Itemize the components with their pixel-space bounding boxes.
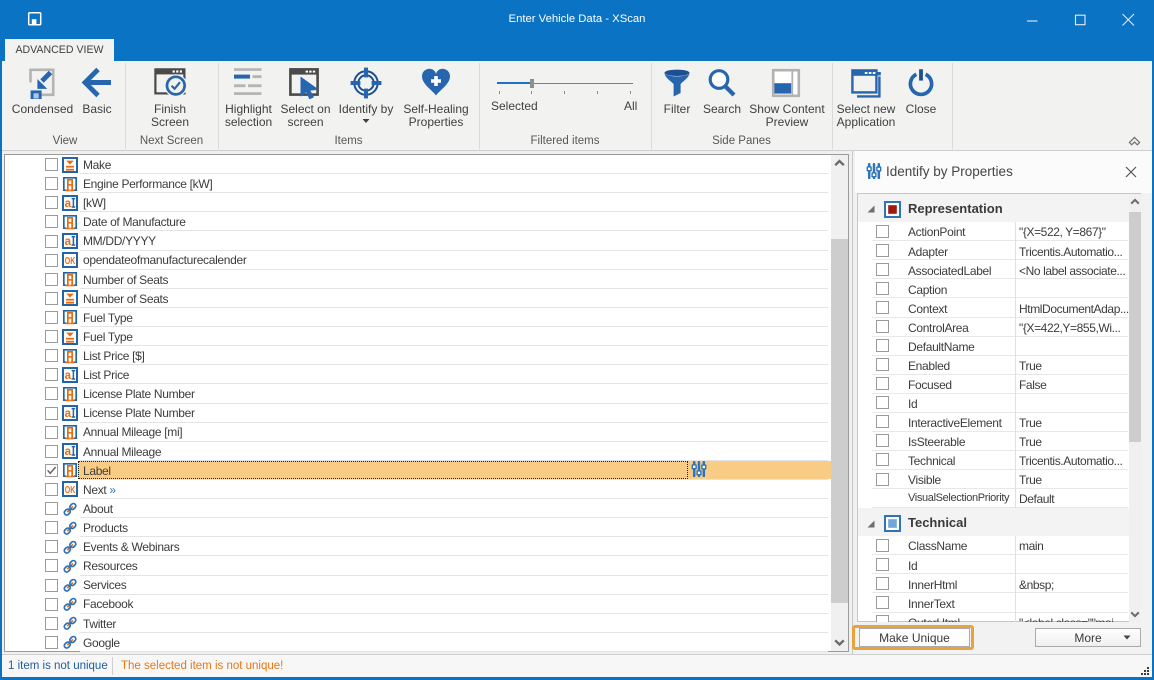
svg-text:a: a xyxy=(65,408,72,420)
svg-text:a: a xyxy=(65,198,72,210)
svg-text:OK: OK xyxy=(65,255,76,267)
svg-text:a: a xyxy=(65,236,72,248)
svg-text:OK: OK xyxy=(65,484,76,496)
svg-text:a: a xyxy=(65,446,72,458)
svg-text:a: a xyxy=(65,370,72,382)
